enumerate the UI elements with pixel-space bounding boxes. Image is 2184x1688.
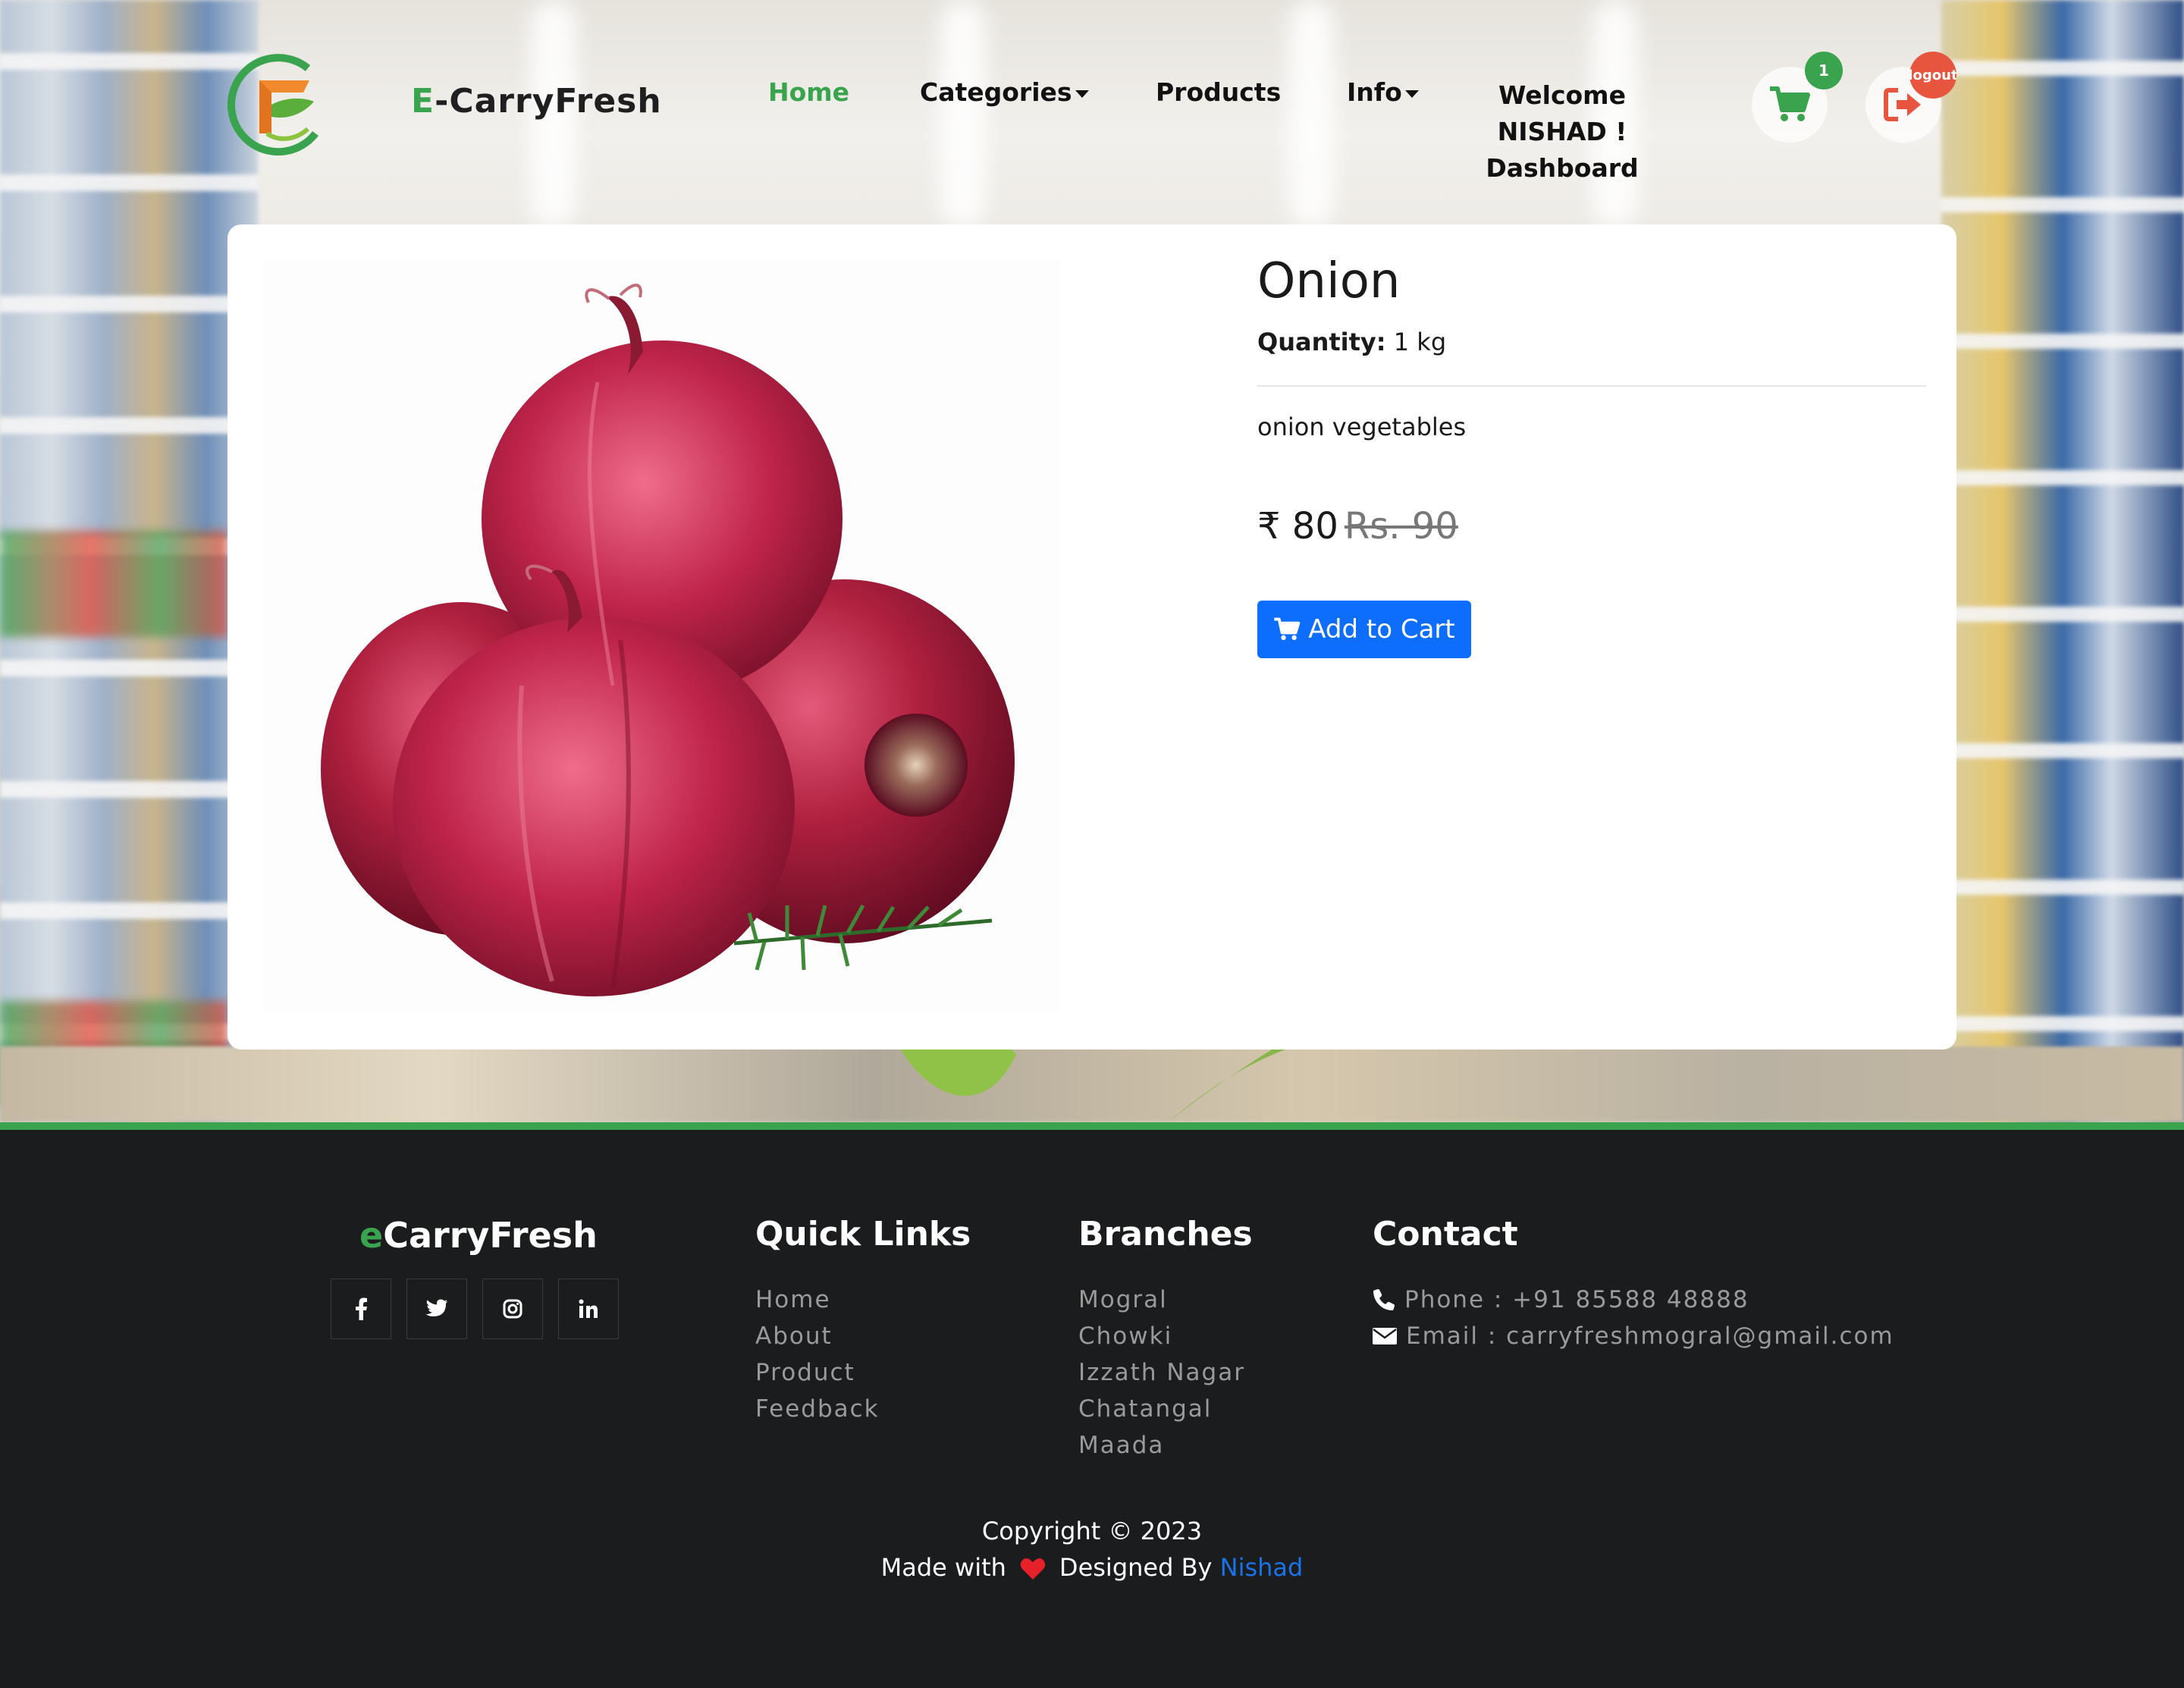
footer-link-home[interactable]: Home — [755, 1282, 880, 1318]
current-price: ₹ 80 — [1257, 505, 1338, 548]
add-to-cart-button[interactable]: Add to Cart — [1257, 601, 1471, 658]
phone-icon — [1373, 1288, 1395, 1310]
quantity-value: 1 kg — [1393, 328, 1447, 356]
contact-details: Phone : +91 85588 48888 Email : carryfre… — [1373, 1282, 1894, 1354]
caret-down-icon — [1404, 89, 1419, 98]
cart-button[interactable]: 1 — [1752, 52, 1843, 143]
navbar: E-CarryFresh Home Categories Products In… — [0, 0, 2184, 220]
divider — [1257, 385, 1926, 387]
instagram-button[interactable] — [482, 1279, 543, 1339]
designer-link[interactable]: Nishad — [1220, 1553, 1304, 1582]
nav-categories[interactable]: Categories — [920, 77, 1089, 107]
branches-list: Mogral Chowki Izzath Nagar Chatangal Maa… — [1078, 1282, 1245, 1464]
product-description: onion vegetables — [1257, 413, 1467, 441]
nav-categories-label: Categories — [920, 77, 1072, 107]
heart-icon — [1020, 1558, 1046, 1580]
twitter-button[interactable] — [406, 1279, 467, 1339]
shopping-cart-icon — [1274, 617, 1301, 641]
shopping-cart-icon — [1770, 86, 1810, 121]
quick-links-heading: Quick Links — [755, 1215, 971, 1253]
made-with-text: Made with — [880, 1553, 1006, 1582]
product-title: Onion — [1257, 253, 1401, 309]
contact-email[interactable]: Email : carryfreshmogral@gmail.com — [1373, 1318, 1894, 1354]
user-welcome[interactable]: Welcome NISHAD ! Dashboard — [1448, 77, 1676, 187]
copyright: Copyright © 2023 — [981, 1517, 1203, 1545]
brand-name[interactable]: E-CarryFresh — [411, 82, 662, 121]
dashboard-link[interactable]: Dashboard — [1448, 150, 1676, 187]
old-price: Rs. 90 — [1344, 505, 1458, 548]
designed-by-text: Designed By — [1059, 1553, 1213, 1582]
shelf-products-decoration — [0, 531, 228, 637]
nav-info-label: Info — [1347, 77, 1402, 107]
nav-home[interactable]: Home — [768, 77, 849, 107]
phone-text: Phone : +91 85588 48888 — [1404, 1286, 1749, 1313]
product-card: Onion Quantity: 1 kg onion vegetables ₹ … — [228, 224, 1956, 1050]
footer-link-feedback[interactable]: Feedback — [755, 1391, 880, 1427]
logout-button[interactable]: logout — [1866, 52, 1956, 143]
contact-heading: Contact — [1373, 1215, 1518, 1253]
leaf-decoration — [895, 1039, 1320, 1122]
add-to-cart-label: Add to Cart — [1308, 614, 1455, 645]
envelope-icon — [1373, 1328, 1397, 1344]
instagram-icon — [503, 1299, 522, 1319]
facebook-button[interactable] — [331, 1279, 391, 1339]
footer-brand-prefix: e — [359, 1215, 384, 1256]
linkedin-button[interactable] — [558, 1279, 619, 1339]
branch-item: Izzath Nagar — [1078, 1359, 1245, 1386]
linkedin-icon — [579, 1299, 598, 1318]
branch-item: Mogral — [1078, 1286, 1168, 1313]
footer-link-product[interactable]: Product — [755, 1354, 880, 1391]
logout-badge: logout — [1909, 52, 1956, 99]
branch-item: Chatangal — [1078, 1395, 1213, 1423]
brand-rest: -CarryFresh — [435, 82, 662, 121]
nav-info[interactable]: Info — [1347, 77, 1419, 107]
cart-count-badge: 1 — [1805, 52, 1843, 89]
caret-down-icon — [1075, 89, 1089, 98]
footer-link-about[interactable]: About — [755, 1318, 880, 1354]
brand-logo-icon[interactable] — [224, 50, 326, 156]
quick-links-list: Home About Product Feedback — [755, 1282, 880, 1427]
product-image — [264, 261, 1060, 1012]
product-price: ₹ 80 Rs. 90 — [1257, 505, 1458, 548]
product-quantity: Quantity: 1 kg — [1257, 328, 1446, 356]
twitter-icon — [425, 1299, 447, 1316]
welcome-text: Welcome NISHAD ! — [1497, 80, 1627, 146]
branch-item: Chowki — [1078, 1322, 1173, 1350]
branches-heading: Branches — [1078, 1215, 1253, 1253]
footer-brand-rest: CarryFresh — [383, 1215, 598, 1256]
contact-phone[interactable]: Phone : +91 85588 48888 — [1373, 1282, 1894, 1318]
quantity-label: Quantity: — [1257, 328, 1386, 356]
email-text: Email : carryfreshmogral@gmail.com — [1406, 1322, 1894, 1350]
footer-brand: eCarryFresh — [359, 1215, 598, 1256]
brand-prefix: E — [411, 82, 435, 121]
facebook-icon — [356, 1297, 367, 1320]
footer: eCarryFresh Quick Links Home About Produ… — [0, 1122, 2184, 1688]
nav-products[interactable]: Products — [1156, 77, 1281, 107]
branch-item: Maada — [1078, 1432, 1165, 1459]
made-with-line: Made with Designed By Nishad — [0, 1553, 2184, 1582]
